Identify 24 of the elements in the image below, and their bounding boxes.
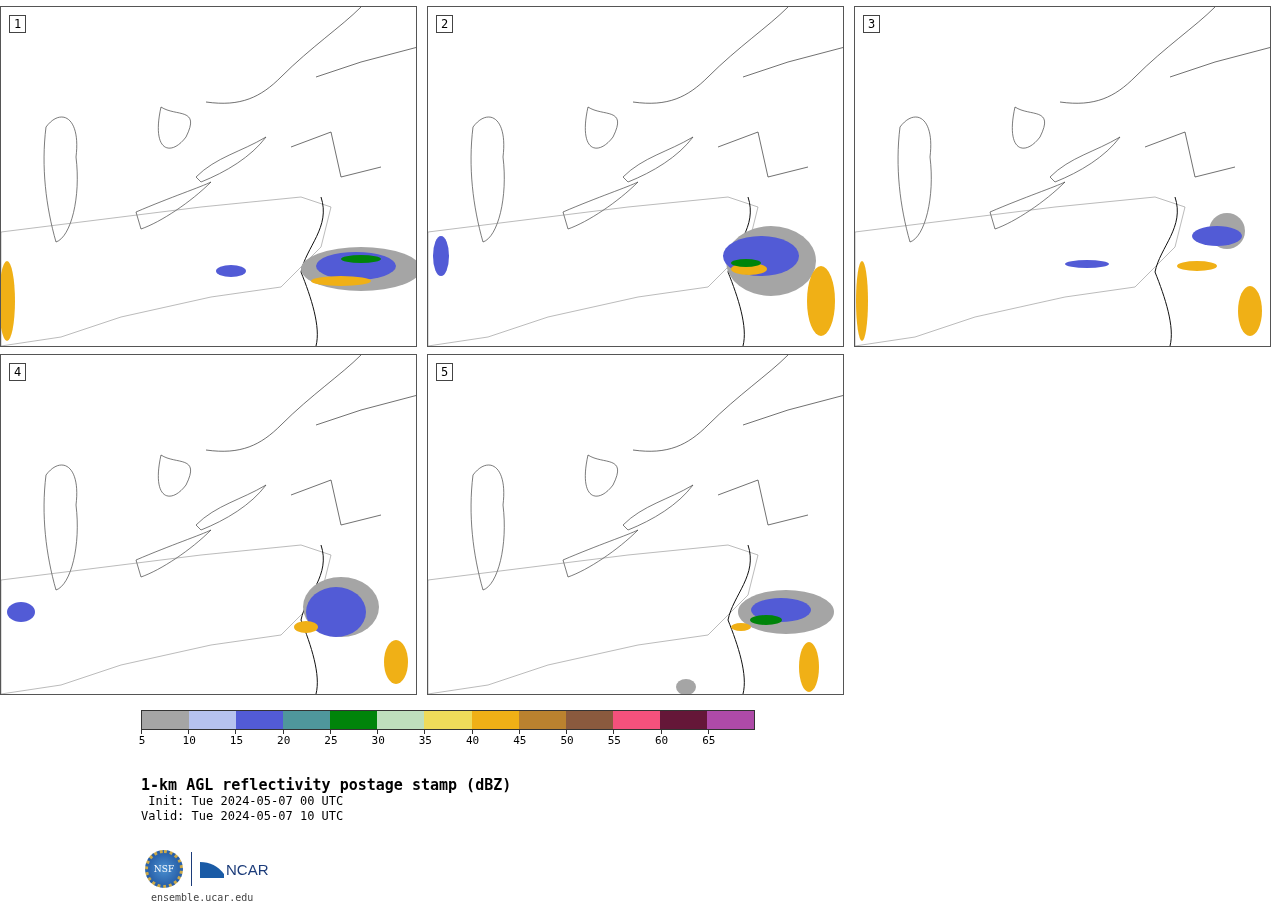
tick-label: 40 [466, 734, 480, 747]
tick-label: 65 [702, 734, 716, 747]
tick-label: 45 [513, 734, 527, 747]
init-time: Init: Tue 2024-05-07 00 UTC [147, 794, 345, 809]
panel-number: 1 [9, 15, 27, 33]
panel-number: 2 [436, 15, 454, 33]
panel-number: 4 [9, 363, 27, 381]
tick-label: 55 [607, 734, 621, 747]
tick-label: 20 [277, 734, 291, 747]
wordmark-logo: NCAR [200, 860, 269, 878]
panel-number: 3 [863, 15, 881, 33]
tick-label: 60 [654, 734, 669, 747]
tick-label: 50 [560, 734, 574, 747]
seal-logo: NSF [145, 850, 183, 888]
panel-number: 5 [436, 363, 454, 381]
tick-label: 30 [371, 734, 385, 747]
tick-label: 10 [182, 734, 196, 747]
tick-label: 25 [324, 734, 338, 747]
tick-label: 5 [138, 734, 146, 747]
website-url: ensemble.ucar.edu [151, 892, 255, 903]
chart-title: 1-km AGL reflectivity postage stamp (dBZ) [141, 776, 513, 794]
tick-label: 35 [418, 734, 432, 747]
valid-time: Valid: Tue 2024-05-07 10 UTC [141, 809, 345, 824]
tick-label: 15 [229, 734, 244, 747]
